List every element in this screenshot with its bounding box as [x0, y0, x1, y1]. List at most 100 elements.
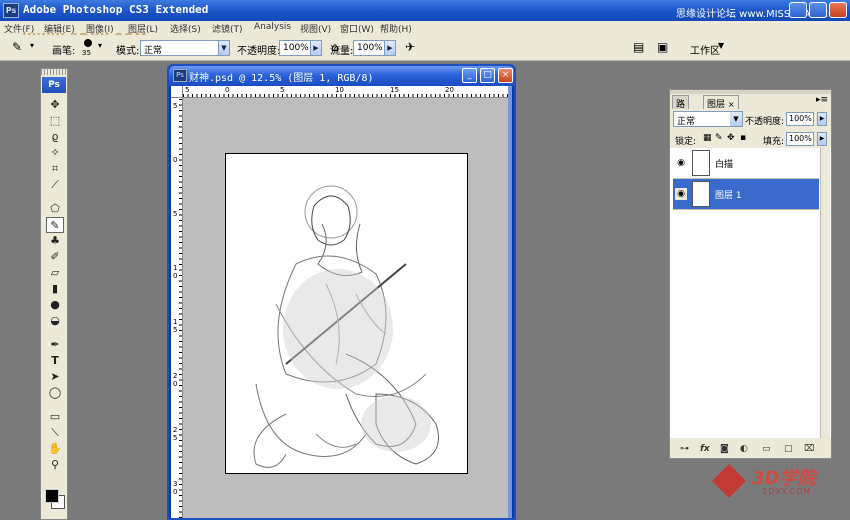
new-layer-icon[interactable]: ▢ — [784, 444, 793, 454]
zoom-tool-icon[interactable]: ⚲ — [46, 457, 64, 473]
doc-maximize-button[interactable]: □ — [480, 68, 495, 83]
type-tool-icon[interactable]: T — [46, 353, 64, 369]
visibility-eye-icon[interactable]: ◉ — [675, 188, 687, 200]
crop-tool-icon[interactable]: ⌗ — [46, 161, 64, 177]
layers-footer: ⊶ fx ◙ ◐ ▭ ▢ ⌧ — [670, 442, 831, 458]
magic-wand-tool-icon[interactable]: ✧ — [46, 145, 64, 161]
fx-icon[interactable]: fx — [700, 444, 710, 454]
close-button[interactable] — [829, 2, 847, 18]
layer-thumbnail — [692, 181, 710, 207]
photoshop-logo-icon: Ps — [3, 3, 19, 18]
fill-input[interactable]: 100% — [786, 132, 814, 146]
tab-close-icon[interactable]: × — [728, 100, 735, 109]
clone-stamp-tool-icon[interactable]: ♣ — [46, 233, 64, 249]
workspace-dropdown-icon[interactable]: ▼ — [718, 41, 724, 50]
lock-all-icon[interactable]: ▪ — [740, 133, 746, 143]
toolbox-grip[interactable] — [41, 69, 67, 75]
chevron-down-icon[interactable]: ▾ — [30, 41, 34, 50]
folder-icon[interactable]: ▭ — [762, 444, 771, 454]
ruler-label: 5 — [173, 434, 178, 442]
horizontal-ruler[interactable]: 5 0 5 10 15 20 — [183, 86, 512, 98]
visibility-eye-icon[interactable]: ◉ — [675, 157, 687, 169]
menu-help[interactable]: 帮助(H) — [380, 22, 412, 35]
brush-tool-icon[interactable]: ✎ — [46, 217, 64, 233]
blend-mode-dropdown-arrow[interactable]: ▼ — [730, 112, 742, 126]
flow-slider-arrow[interactable]: ▶ — [384, 40, 396, 56]
palette-well-icon[interactable]: ▤ — [633, 40, 644, 54]
pen-tool-icon[interactable]: ✒ — [46, 337, 64, 353]
opacity-slider-arrow[interactable]: ▶ — [310, 40, 322, 56]
lock-transparency-icon[interactable]: ▦ — [703, 133, 712, 143]
menu-filter[interactable]: 滤镜(T) — [212, 22, 243, 35]
ruler-label: 1 — [173, 264, 178, 272]
brush-dropdown-icon[interactable]: ▾ — [98, 41, 102, 50]
layer-row-baimiao[interactable]: ◉ 白描 — [673, 148, 819, 179]
dodge-tool-icon[interactable]: ◒ — [46, 313, 64, 329]
trash-icon[interactable]: ⌧ — [804, 444, 814, 454]
flow-input[interactable]: 100% — [353, 40, 385, 56]
ps-badge[interactable]: Ps — [42, 77, 66, 93]
tab-layers[interactable]: 图层 × — [703, 95, 739, 110]
ruler-origin[interactable] — [171, 86, 183, 98]
brush-tip-icon[interactable] — [84, 39, 92, 47]
lasso-tool-icon[interactable]: ϱ — [46, 129, 64, 145]
fill-arrow[interactable]: ▶ — [817, 132, 827, 146]
workspace-label[interactable]: 工作区 — [690, 42, 720, 57]
eyedropper-tool-icon[interactable]: ⟍ — [46, 425, 64, 441]
ruler-label: 2 — [173, 426, 178, 434]
menu-window[interactable]: 窗口(W) — [340, 22, 374, 35]
maximize-button[interactable] — [809, 2, 827, 18]
notes-tool-icon[interactable]: ▭ — [46, 409, 64, 425]
eraser-tool-icon[interactable]: ▱ — [46, 265, 64, 281]
doc-close-button[interactable]: × — [498, 68, 513, 83]
menu-view[interactable]: 视图(V) — [300, 22, 331, 35]
healing-brush-tool-icon[interactable]: ⬠ — [46, 201, 64, 217]
mode-dropdown-arrow[interactable]: ▼ — [218, 40, 230, 56]
layer-row-layer1[interactable]: ◉ 图层 1 — [673, 179, 819, 210]
minimize-button[interactable] — [789, 2, 807, 18]
vertical-ruler[interactable]: 5 0 5 1 0 1 5 2 0 2 5 3 0 — [171, 98, 183, 518]
panel-grip[interactable] — [670, 90, 831, 94]
menu-select[interactable]: 选择(S) — [170, 22, 201, 35]
document-titlebar[interactable]: Ps 财神.psd @ 12.5% (图层 1, RGB/8) _ □ × — [169, 66, 514, 86]
ruler-label: 2 — [173, 372, 178, 380]
image-canvas[interactable] — [225, 153, 468, 474]
marquee-tool-icon[interactable]: ⬚ — [46, 113, 64, 129]
adjustment-icon[interactable]: ◐ — [740, 444, 748, 454]
layer-name: 图层 1 — [715, 191, 742, 201]
opacity-label: 不透明度: — [237, 46, 281, 57]
brush-size: 35 — [82, 49, 91, 57]
ruler-label: 1 — [173, 318, 178, 326]
shape-tool-icon[interactable]: ◯ — [46, 385, 64, 401]
lock-image-icon[interactable]: ✎ — [715, 133, 723, 143]
mode-select[interactable]: 正常 — [140, 40, 230, 56]
blur-tool-icon[interactable]: ● — [46, 297, 64, 313]
layer-opacity-input[interactable]: 100% — [786, 112, 814, 126]
layer-list-scrollbar[interactable] — [820, 148, 830, 438]
move-tool-icon[interactable]: ✥ — [46, 97, 64, 113]
gradient-tool-icon[interactable]: ▮ — [46, 281, 64, 297]
doc-minimize-button[interactable]: _ — [462, 68, 477, 83]
tab-paths[interactable]: 路径 — [672, 95, 690, 123]
document-scroll-edge[interactable] — [508, 86, 512, 518]
bridge-icon[interactable]: ▣ — [657, 40, 668, 54]
history-brush-tool-icon[interactable]: ✐ — [46, 249, 64, 265]
fill-label: 填充: — [763, 137, 785, 147]
hand-tool-icon[interactable]: ✋ — [46, 441, 64, 457]
slice-tool-icon[interactable]: ⟋ — [46, 177, 64, 193]
path-selection-tool-icon[interactable]: ➤ — [46, 369, 64, 385]
opacity-input[interactable]: 100% — [279, 40, 311, 56]
brush-preset-icon[interactable]: ✎ — [12, 40, 22, 54]
airbrush-toggle-icon[interactable]: ✈ — [405, 40, 415, 54]
lock-position-icon[interactable]: ✥ — [727, 133, 735, 143]
layer-opacity-arrow[interactable]: ▶ — [817, 112, 827, 126]
mask-icon[interactable]: ◙ — [720, 444, 729, 454]
link-icon[interactable]: ⊶ — [680, 444, 689, 454]
toolbox: Ps ✥ ⬚ ϱ ✧ ⌗ ⟋ ⬠ ✎ ♣ ✐ ▱ ▮ ● ◒ ✒ T ➤ ◯ ▭… — [40, 68, 68, 520]
brush-label: 画笔: — [52, 46, 76, 57]
layer-thumbnail — [692, 150, 710, 176]
panel-menu-icon[interactable]: ▸≡ — [816, 95, 828, 105]
document-title: 财神.psd @ 12.5% (图层 1, RGB/8) — [189, 73, 374, 84]
foreground-color-swatch[interactable] — [45, 489, 59, 503]
menu-analysis[interactable]: Analysis — [254, 22, 291, 32]
